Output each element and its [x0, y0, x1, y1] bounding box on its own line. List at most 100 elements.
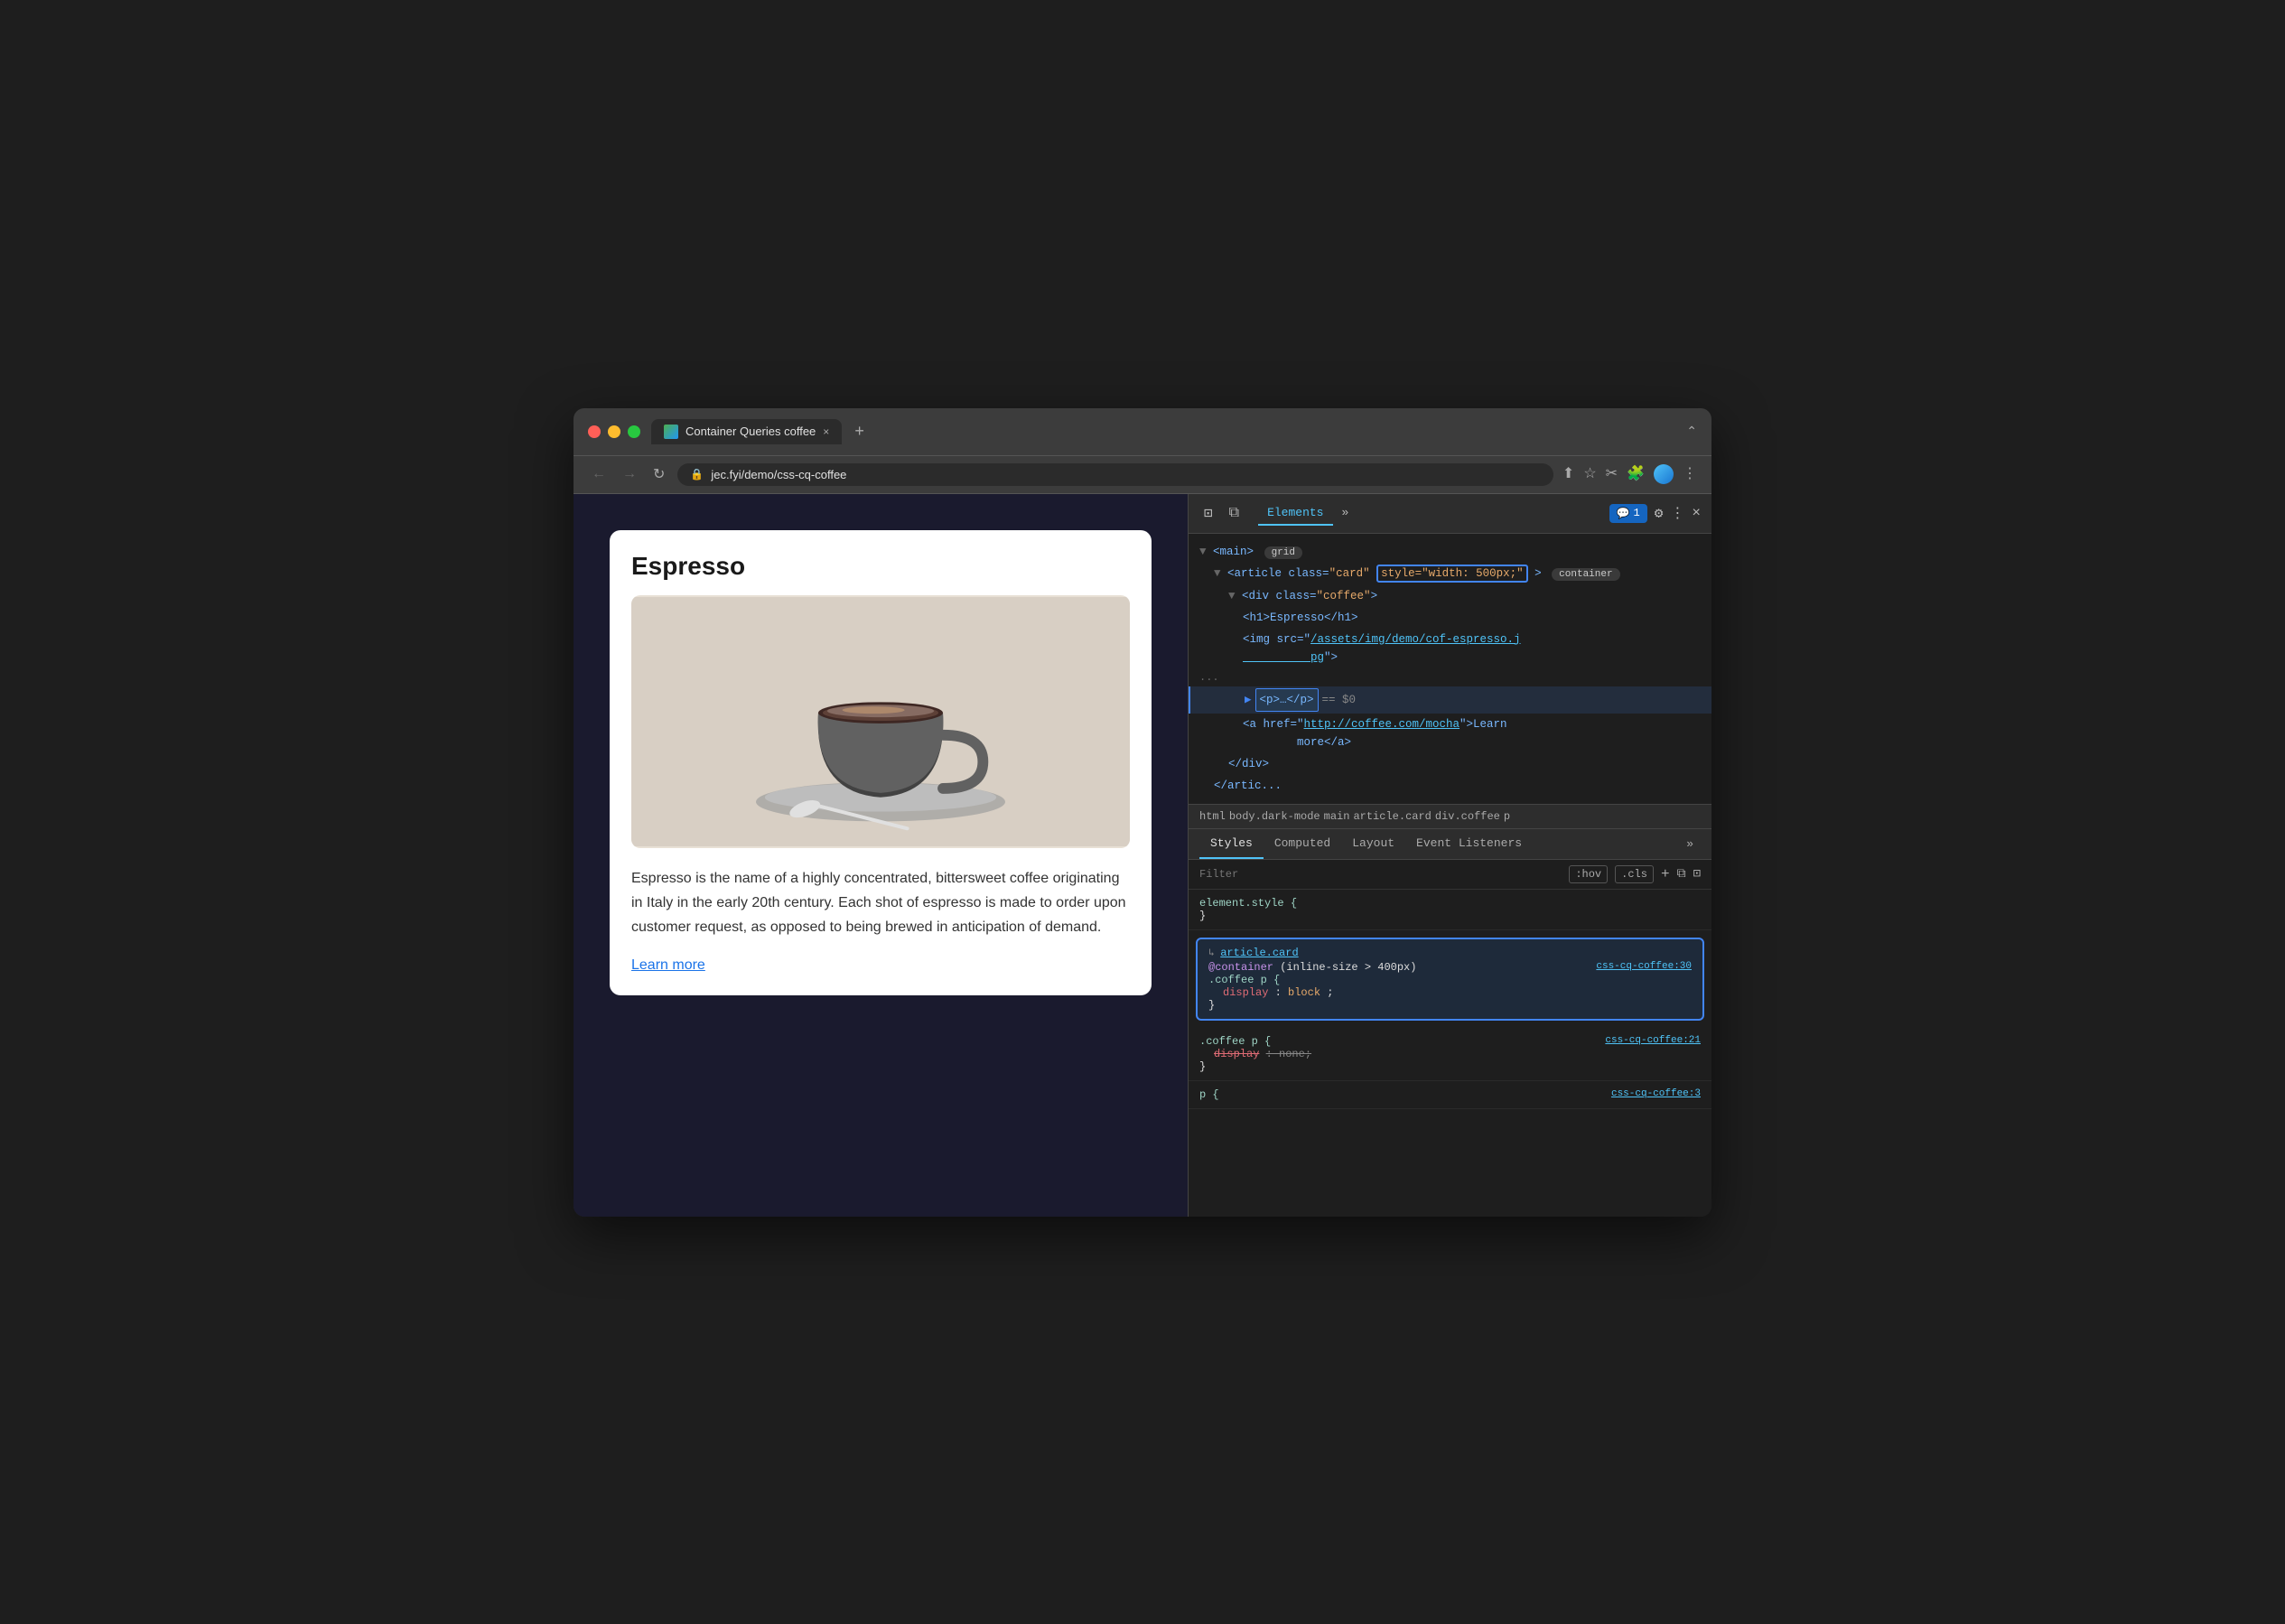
p-expand-arrow[interactable]: ▶ — [1245, 691, 1252, 709]
elem-img[interactable]: <img src="/assets/img/demo/cof-espresso.… — [1189, 629, 1711, 668]
new-tab-button[interactable]: + — [849, 422, 870, 441]
browser-content: Espresso — [574, 494, 1711, 1217]
elem-article[interactable]: ▼ <article class="card" style="width: 50… — [1189, 563, 1711, 585]
minimize-button[interactable] — [608, 425, 620, 438]
coffee-image — [631, 595, 1130, 848]
p-selector: p { — [1199, 1088, 1219, 1101]
bc-main[interactable]: main — [1324, 810, 1350, 823]
main-grid-badge: grid — [1264, 546, 1302, 559]
devtools-tab-strip: Elements » — [1258, 501, 1602, 526]
traffic-lights — [588, 425, 640, 438]
url-text: jec.fyi/demo/css-cq-coffee — [711, 468, 846, 481]
refresh-button[interactable]: ↻ — [649, 463, 668, 485]
device-toggle-icon[interactable]: ⧉ — [1225, 502, 1244, 524]
tab-event-listeners[interactable]: Event Listeners — [1405, 829, 1533, 859]
browser-window: Container Queries coffee × + ⌃ ← → ↻ 🔒 j… — [574, 408, 1711, 1217]
elem-article-close[interactable]: </artic... — [1189, 775, 1711, 797]
element-style-selector: element.style { — [1199, 897, 1297, 910]
h1-tag: <h1>Espresso</h1> — [1243, 611, 1358, 624]
coffee-card: Espresso — [610, 530, 1152, 996]
bc-article[interactable]: article.card — [1353, 810, 1431, 823]
display-prop-name: display — [1223, 986, 1268, 999]
more-options-icon[interactable]: ⋮ — [1670, 504, 1684, 522]
add-style-rule-icon[interactable]: + — [1661, 866, 1670, 882]
learn-more-link[interactable]: Learn more — [631, 957, 705, 973]
styles-tab-more[interactable]: » — [1679, 830, 1701, 858]
p-dollar-sign: == $0 — [1322, 691, 1357, 709]
elem-p[interactable]: ▶ <p>…</p> == $0 — [1189, 686, 1711, 714]
close-button[interactable] — [588, 425, 601, 438]
back-button[interactable]: ← — [588, 464, 610, 484]
maximize-button[interactable] — [628, 425, 640, 438]
star-icon[interactable]: ☆ — [1583, 464, 1596, 484]
elem-a[interactable]: <a href="http://coffee.com/mocha">Learn … — [1189, 714, 1711, 753]
elem-h1[interactable]: <h1>Espresso</h1> — [1189, 607, 1711, 629]
img-tag-open: <img src=" — [1243, 633, 1310, 646]
img-tag-close: "> — [1324, 651, 1338, 664]
container-rule-close: } — [1208, 999, 1215, 1012]
article-card-link[interactable]: article.card — [1220, 947, 1298, 959]
coffee-description: Espresso is the name of a highly concent… — [631, 866, 1130, 940]
hov-toggle[interactable]: :hov — [1569, 865, 1608, 883]
elem-main[interactable]: ▼ <main> grid — [1189, 541, 1711, 564]
bc-div-coffee[interactable]: div.coffee — [1435, 810, 1500, 823]
settings-icon[interactable]: ⚙ — [1655, 504, 1664, 522]
bc-html[interactable]: html — [1199, 810, 1226, 823]
profile-icon[interactable] — [1654, 464, 1674, 484]
p-rule: css-cq-coffee:3 p { — [1189, 1081, 1711, 1109]
tab-more[interactable]: » — [1333, 501, 1358, 526]
share-icon[interactable]: ⬆ — [1562, 464, 1574, 484]
menu-icon[interactable]: ⋮ — [1683, 464, 1697, 484]
a-tag-mid: ">Learn — [1460, 718, 1507, 731]
espresso-svg — [631, 595, 1130, 848]
tab-title: Container Queries coffee — [686, 425, 816, 438]
elements-panel: ▼ <main> grid ▼ <article class="card" st… — [1189, 534, 1711, 805]
article-close-bracket: > — [1534, 567, 1542, 580]
display-semi: ; — [1327, 986, 1333, 999]
title-bar: Container Queries coffee × + ⌃ — [574, 408, 1711, 456]
container-display-prop: display : block ; — [1208, 986, 1692, 999]
devtools-toolbar: ⊡ ⧉ Elements » 💬 1 ⚙ ⋮ × — [1189, 494, 1711, 534]
tabs-area: Container Queries coffee × + ⌃ — [651, 419, 1697, 444]
tab-elements[interactable]: Elements — [1258, 501, 1332, 526]
extension-cut-icon[interactable]: ✂ — [1606, 464, 1618, 484]
coffee-p-line-ref[interactable]: css-cq-coffee:21 — [1605, 1035, 1701, 1046]
url-bar[interactable]: 🔒 jec.fyi/demo/css-cq-coffee — [677, 463, 1553, 486]
a-href-link[interactable]: http://coffee.com/mocha — [1304, 718, 1460, 731]
bc-body[interactable]: body.dark-mode — [1229, 810, 1320, 823]
elem-div-coffee[interactable]: ▼ <div class="coffee"> — [1189, 585, 1711, 607]
container-condition: (inline-size > 400px) — [1280, 961, 1416, 974]
chat-badge[interactable]: 💬 1 — [1609, 504, 1647, 523]
coffee-p-display: display : none; — [1199, 1048, 1701, 1060]
element-style-rule: element.style { } — [1189, 890, 1711, 930]
main-tag-text: <main> — [1213, 546, 1254, 558]
bc-p[interactable]: p — [1504, 810, 1510, 823]
article-class-val: "card" — [1329, 567, 1370, 580]
tab-close-button[interactable]: × — [823, 425, 829, 438]
container-rule-line-ref[interactable]: css-cq-coffee:30 — [1596, 961, 1692, 972]
coffee-p-rule: css-cq-coffee:21 .coffee p { display : n… — [1189, 1028, 1711, 1081]
active-tab[interactable]: Container Queries coffee × — [651, 419, 842, 444]
coffee-card-title: Espresso — [631, 552, 1130, 581]
tab-favicon — [664, 425, 678, 439]
filter-bar: :hov .cls + ⧉ ⊡ — [1189, 860, 1711, 890]
tab-layout[interactable]: Layout — [1341, 829, 1405, 859]
tabs-chevron-icon[interactable]: ⌃ — [1686, 424, 1697, 439]
p-rule-line-ref[interactable]: css-cq-coffee:3 — [1611, 1088, 1701, 1099]
tab-styles[interactable]: Styles — [1199, 829, 1264, 859]
elem-div-close[interactable]: </div> — [1189, 753, 1711, 775]
devtools-toolbar-right: 💬 1 ⚙ ⋮ × — [1609, 504, 1701, 523]
toggle-sidebar-icon[interactable]: ⊡ — [1693, 866, 1701, 882]
inspect-icon[interactable]: ⊡ — [1199, 501, 1217, 525]
filter-input[interactable] — [1199, 868, 1562, 881]
element-style-close: } — [1199, 910, 1206, 922]
devtools-pane: ⊡ ⧉ Elements » 💬 1 ⚙ ⋮ × — [1188, 494, 1711, 1217]
styles-tab-strip: Styles Computed Layout Event Listeners » — [1189, 829, 1711, 860]
at-container-rule: @container — [1208, 961, 1273, 974]
devtools-close-icon[interactable]: × — [1692, 505, 1701, 521]
tab-computed[interactable]: Computed — [1264, 829, 1341, 859]
extensions-icon[interactable]: 🧩 — [1627, 464, 1645, 484]
copy-styles-icon[interactable]: ⧉ — [1677, 867, 1686, 882]
forward-button[interactable]: → — [619, 464, 640, 484]
cls-toggle[interactable]: .cls — [1615, 865, 1654, 883]
